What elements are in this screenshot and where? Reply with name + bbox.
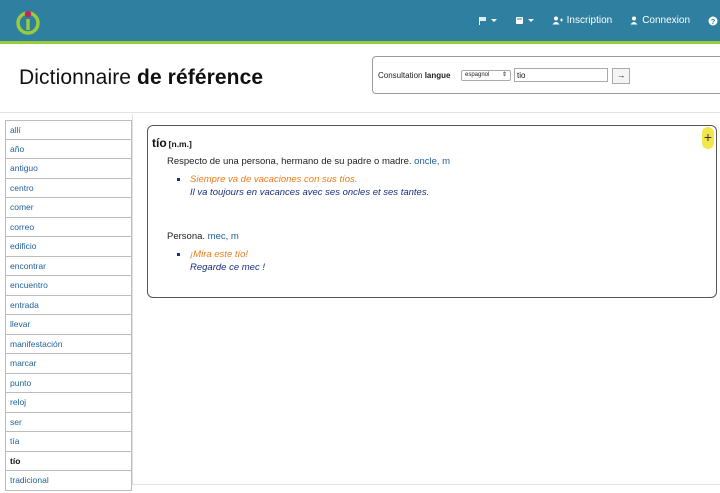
help-icon: ? [708, 16, 718, 26]
chevron-down-icon [490, 19, 497, 22]
sidebar-item[interactable]: encontrar [5, 256, 132, 276]
dictionary-entry: tío [n.m.] + Respecto de una persona, her… [147, 125, 717, 298]
user-icon [630, 16, 638, 25]
divider [132, 484, 720, 485]
search-input[interactable] [514, 68, 608, 82]
page-title: Dictionnaire de référence [19, 66, 263, 90]
top-navbar: Inscription Connexion ? [0, 0, 720, 44]
dictionary-menu[interactable] [506, 0, 543, 41]
sidebar-item[interactable]: reloj [5, 393, 132, 413]
sidebar-item[interactable]: correo [5, 217, 132, 237]
sidebar-item[interactable]: tía [5, 432, 132, 452]
title-light: Dictionnaire [19, 66, 138, 89]
sidebar-item[interactable]: marcar [5, 354, 132, 374]
example-translation: Regarde ce mec ! [190, 262, 265, 273]
main-divider [132, 114, 133, 484]
entry-word: tío [152, 136, 167, 150]
example: ¡Mira este tío! Regarde ce mec ! [177, 249, 265, 273]
translation-link[interactable]: mec, m [208, 231, 239, 242]
language-select[interactable]: espagnol ⇕ [461, 70, 511, 81]
sidebar-item[interactable]: encuentro [5, 276, 132, 296]
example: Siempre va de vacaciones con sus tíos. I… [177, 174, 430, 198]
search-label-bold: langue [424, 71, 451, 80]
select-arrows-icon: ⇕ [501, 72, 507, 78]
sidebar-item[interactable]: tío [5, 451, 132, 471]
search-submit-button[interactable]: → [612, 68, 630, 84]
flag-icon [478, 16, 487, 25]
sidebar-item[interactable]: antiguo [5, 159, 132, 179]
bullet-icon [177, 178, 180, 181]
login-link[interactable]: Connexion [621, 0, 699, 41]
sidebar-item[interactable]: año [5, 139, 132, 159]
help-button[interactable]: ? [699, 0, 720, 41]
example-source: ¡Mira este tío! [190, 249, 249, 260]
search-panel: Consultation langue espagnol ⇕ → [372, 56, 720, 94]
sidebar-item[interactable]: comer [5, 198, 132, 218]
search-label-prefix: Consultation [378, 71, 425, 80]
title-bold: de référence [137, 66, 264, 89]
entry-grammar: [n.m.] [168, 139, 192, 149]
definition-text: Respecto de una persona, hermano de su p… [167, 156, 415, 167]
signup-label: Inscription [566, 15, 613, 26]
language-flag-menu[interactable] [469, 0, 506, 41]
entry-heading: tío [n.m.] [152, 136, 192, 150]
example-source: Siempre va de vacaciones con sus tíos. [190, 174, 358, 185]
definition-text: Persona. [167, 231, 208, 242]
sidebar-item[interactable]: edificio [5, 237, 132, 257]
svg-text:?: ? [711, 17, 716, 26]
sense-definition: Respecto de una persona, hermano de su p… [167, 156, 450, 167]
word-list: allí año antiguo centro comer correo edificio e… [5, 120, 132, 491]
bullet-icon [177, 253, 180, 256]
sidebar-item[interactable]: tradicional [5, 471, 132, 491]
sidebar-item[interactable]: ser [5, 412, 132, 432]
sidebar-item[interactable]: punto [5, 373, 132, 393]
add-user-icon [552, 16, 563, 25]
sidebar-item[interactable]: allí [5, 120, 132, 140]
divider [0, 112, 720, 113]
sidebar-item[interactable]: llevar [5, 315, 132, 335]
login-label: Connexion [642, 15, 690, 26]
sidebar-item[interactable]: manifestación [5, 334, 132, 354]
sidebar-item[interactable]: centro [5, 178, 132, 198]
chevron-down-icon [527, 19, 534, 22]
logo-icon[interactable] [14, 8, 42, 36]
signup-link[interactable]: Inscription [543, 0, 622, 41]
sense-definition: Persona. mec, m [167, 231, 239, 242]
sidebar-item[interactable]: entrada [5, 295, 132, 315]
example-translation: Il va toujours en vacances avec ses oncl… [190, 187, 430, 198]
translation-link[interactable]: oncle, m [414, 156, 450, 167]
language-select-value: espagnol [465, 72, 490, 78]
search-label: Consultation langue [378, 71, 450, 80]
expand-button[interactable]: + [702, 127, 714, 149]
book-icon [515, 16, 524, 25]
